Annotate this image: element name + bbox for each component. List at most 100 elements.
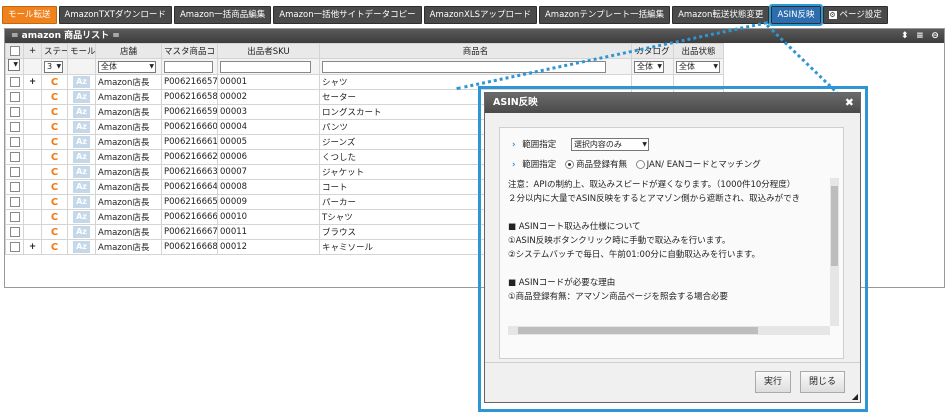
filter-select-dropdown[interactable] <box>5 58 24 75</box>
row-amazon-icon: Az <box>67 89 96 105</box>
row-master-code: P006216657 <box>161 74 218 90</box>
amazon-txt-download-button[interactable]: AmazonTXTダウンロード <box>58 6 172 24</box>
row-checkbox[interactable] <box>5 104 24 120</box>
row-amazon-icon: Az <box>67 119 96 135</box>
radio-product-registered[interactable] <box>564 160 574 169</box>
row-expand[interactable]: + <box>23 74 42 90</box>
row-amazon-icon: Az <box>67 224 96 240</box>
amazon-xls-upload-button[interactable]: AmazonXLSアップロード <box>423 6 537 24</box>
row-status-mall-icon: C <box>41 179 68 195</box>
notice-line: ②システムバッチで毎日、午前01:00分に自動取込みを行います。 <box>508 250 761 260</box>
row-master-code: P006216663 <box>161 164 218 180</box>
row-store: Amazon店長 <box>95 194 162 210</box>
notice-line: ①商品登録有無：アマゾン商品ページを照会する場合必要 <box>508 292 728 302</box>
row-amazon-icon: Az <box>67 194 96 210</box>
col-status[interactable]: ステー <box>41 43 68 59</box>
notice-line: 注意：APIの制約上、取込みスピードが遅くなります。（1000件10分程度） <box>508 180 796 190</box>
filter-status-select[interactable]: 3 <box>41 58 68 75</box>
close-icon[interactable]: ✖ <box>845 93 854 113</box>
expand-all-icon[interactable]: + <box>23 43 42 59</box>
row-master-code: P006216665 <box>161 194 218 210</box>
row-expand[interactable] <box>23 89 42 105</box>
row-checkbox[interactable] <box>5 209 24 225</box>
top-toolbar: モール転送 AmazonTXTダウンロード Amazon一括商品編集 Amazo… <box>2 4 888 26</box>
filter-sku-input[interactable] <box>217 58 320 75</box>
row-expand[interactable] <box>23 119 42 135</box>
notice-line <box>508 262 830 276</box>
row-expand[interactable]: + <box>23 239 42 255</box>
asin-reflect-button[interactable]: ASIN反映 <box>769 4 823 26</box>
col-master-code[interactable]: マスタ商品コ <box>161 43 218 59</box>
row-amazon-icon: Az <box>67 134 96 150</box>
amazon-bulk-edit-button[interactable]: Amazon一括商品編集 <box>173 6 272 24</box>
col-store[interactable]: 店舗 <box>95 43 162 59</box>
close-button[interactable]: 閉じる <box>800 371 846 393</box>
notice-text: 注意：APIの制約上、取込みスピードが遅くなります。（1000件10分程度） ２… <box>508 178 830 326</box>
row-checkbox[interactable] <box>5 89 24 105</box>
radio-jan-match[interactable] <box>635 160 645 169</box>
row-checkbox[interactable] <box>5 134 24 150</box>
range-label: 範囲指定 <box>522 140 557 150</box>
notice-vertical-scrollbar[interactable] <box>830 178 839 326</box>
row-checkbox[interactable] <box>5 119 24 135</box>
row-master-code: P006216661 <box>161 134 218 150</box>
row-checkbox[interactable] <box>5 149 24 165</box>
row-store: Amazon店長 <box>95 74 162 90</box>
row-sku: 00005 <box>217 134 320 150</box>
range-row: › 範囲指定 選択内容のみ <box>512 138 649 152</box>
row-sku: 00003 <box>217 104 320 120</box>
select-all-checkbox[interactable] <box>5 43 24 59</box>
range-select[interactable]: 選択内容のみ <box>570 138 649 151</box>
col-listing-status[interactable]: 出品状態 <box>673 43 724 59</box>
row-sku: 00004 <box>217 119 320 135</box>
row-status-mall-icon: C <box>41 194 68 210</box>
row-expand[interactable] <box>23 164 42 180</box>
row-amazon-icon: Az <box>67 179 96 195</box>
row-status-mall-icon: C <box>41 209 68 225</box>
row-checkbox[interactable] <box>5 194 24 210</box>
execute-button[interactable]: 実行 <box>755 371 792 393</box>
filter-code-input[interactable] <box>161 58 218 75</box>
amazon-template-edit-button[interactable]: Amazonテンプレート一括編集 <box>538 6 671 24</box>
row-sku: 00002 <box>217 89 320 105</box>
row-status-mall-icon: C <box>41 164 68 180</box>
row-sku: 00011 <box>217 224 320 240</box>
row-checkbox[interactable] <box>5 74 24 90</box>
filter-listing-select[interactable]: 全体 <box>673 58 724 75</box>
row-expand[interactable] <box>23 209 42 225</box>
resize-handle-icon[interactable]: ◢ <box>852 392 858 401</box>
row-master-code: P006216658 <box>161 89 218 105</box>
menu-icon[interactable]: ≡ <box>915 29 925 43</box>
row-sku: 00010 <box>217 209 320 225</box>
row-master-code: P006216660 <box>161 119 218 135</box>
collapse-icon[interactable]: ⊖ <box>930 29 940 43</box>
amazon-bulk-copy-button[interactable]: Amazon一括他サイトデータコピー <box>273 6 422 24</box>
row-store: Amazon店長 <box>95 179 162 195</box>
row-checkbox[interactable] <box>5 179 24 195</box>
col-product-name[interactable]: 商品名 <box>319 43 632 59</box>
dialog-footer: 実行 閉じる ◢ <box>485 362 860 403</box>
row-checkbox[interactable] <box>5 164 24 180</box>
mall-transfer-button[interactable]: モール転送 <box>2 6 57 24</box>
row-amazon-icon: Az <box>67 74 96 90</box>
filter-store-select[interactable]: 全体 <box>95 58 162 75</box>
row-expand[interactable] <box>23 179 42 195</box>
row-checkbox[interactable] <box>5 224 24 240</box>
row-status-mall-icon: C <box>41 134 68 150</box>
col-mall[interactable]: モール <box>67 43 96 59</box>
row-expand[interactable] <box>23 194 42 210</box>
amazon-transfer-status-button[interactable]: Amazon転送状態変更 <box>672 6 770 24</box>
filter-catalog-select[interactable]: 全体 <box>631 58 674 75</box>
range2-label: 範囲指定 <box>522 160 557 170</box>
row-expand[interactable] <box>23 224 42 240</box>
sort-icon[interactable]: ⬍ <box>900 29 910 43</box>
notice-horizontal-scrollbar[interactable] <box>508 326 830 335</box>
row-store: Amazon店長 <box>95 209 162 225</box>
col-sku[interactable]: 出品者SKU <box>217 43 320 59</box>
page-settings-button[interactable]: ⚙ ページ設定 <box>822 6 888 24</box>
row-checkbox[interactable] <box>5 239 24 255</box>
row-expand[interactable] <box>23 149 42 165</box>
row-expand[interactable] <box>23 104 42 120</box>
row-expand[interactable] <box>23 134 42 150</box>
row-store: Amazon店長 <box>95 104 162 120</box>
